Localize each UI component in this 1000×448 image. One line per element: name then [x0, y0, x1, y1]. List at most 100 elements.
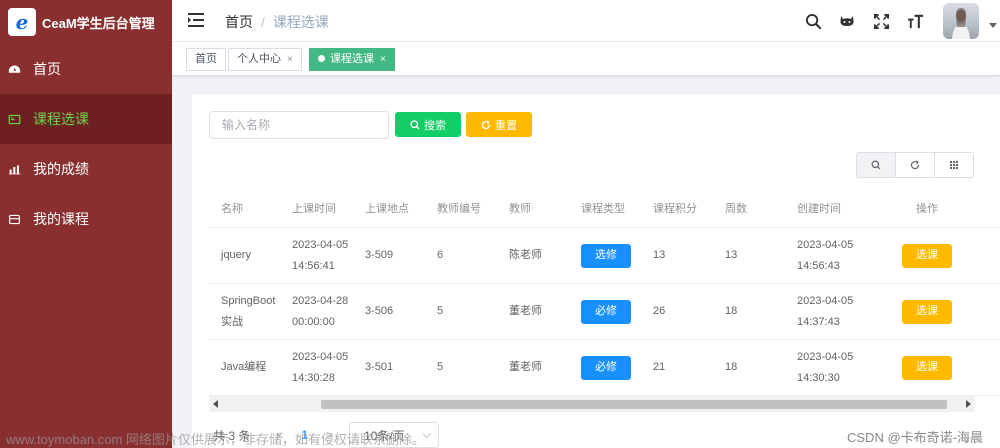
active-dot-icon: [318, 55, 325, 62]
select-course-button[interactable]: 选课: [902, 243, 952, 268]
course-icon: [7, 112, 21, 126]
sidebar-item-my-courses[interactable]: 我的课程: [0, 194, 172, 244]
sidebar-item-label: 首页: [33, 61, 61, 77]
app-logo-icon: e: [8, 8, 36, 36]
cell-teacher-no: 6: [437, 249, 444, 261]
fullscreen-icon[interactable]: [872, 12, 890, 30]
close-icon[interactable]: ×: [380, 54, 386, 65]
scroll-left-icon[interactable]: [213, 400, 218, 408]
avatar[interactable]: [943, 3, 979, 39]
cell-credit: 13: [653, 249, 666, 261]
cell-time: 2023-04-05 14:30:28: [292, 350, 349, 384]
dashboard-icon: [7, 62, 21, 76]
csdn-watermark: CSDN @卡布奇诺-海晨: [847, 430, 983, 445]
table-row: jquery 2023-04-05 14:56:41 3-509 6 陈老师 选…: [209, 228, 999, 284]
cell-time: 2023-04-05 14:56:41: [292, 238, 349, 272]
tag-label: 个人中心: [237, 53, 281, 65]
select-course-button[interactable]: 选课: [902, 355, 952, 380]
search-icon: [871, 160, 881, 170]
table-header-row: 名称 上课时间 上课地点 教师编号 教师 课程类型 课程积分 周数 创建时间 操…: [209, 192, 999, 228]
cell-credit: 26: [653, 305, 666, 317]
table-row: Java编程 2023-04-05 14:30:28 3-501 5 董老师 必…: [209, 340, 999, 396]
cell-teacher-no: 5: [437, 361, 444, 373]
sidebar-item-home[interactable]: 首页: [0, 44, 172, 94]
cell-teacher: 董老师: [509, 361, 542, 373]
column-header: 教师: [509, 203, 531, 215]
cell-created: 2023-04-05 14:37:43: [797, 294, 854, 328]
font-size-icon[interactable]: [906, 12, 924, 30]
sidebar-item-label: 我的成绩: [33, 161, 89, 177]
cell-weeks: 18: [725, 361, 738, 373]
breadcrumb-home[interactable]: 首页: [225, 14, 253, 30]
hamburger-icon[interactable]: [188, 13, 204, 27]
breadcrumb-separator: /: [261, 14, 265, 30]
search-input[interactable]: [209, 111, 389, 139]
course-type-button[interactable]: 选修: [581, 243, 631, 268]
tag-label: 课程选课: [330, 53, 374, 65]
column-header: 课程类型: [581, 203, 625, 215]
refresh-button[interactable]: [895, 152, 935, 178]
column-header: 周数: [725, 203, 747, 215]
column-header: 上课地点: [365, 203, 409, 215]
column-header: 课程积分: [653, 203, 697, 215]
cell-name: Java编程: [221, 361, 267, 373]
column-header: 创建时间: [797, 203, 841, 215]
book-icon: [7, 212, 21, 226]
horizontal-scrollbar[interactable]: [209, 396, 975, 412]
cell-time: 2023-04-28 00:00:00: [292, 294, 349, 328]
course-type-button[interactable]: 必修: [581, 355, 631, 380]
table-row: SpringBoot实战 2023-04-28 00:00:00 3-506 5…: [209, 284, 999, 340]
cell-teacher: 董老师: [509, 305, 542, 317]
scrollbar-thumb[interactable]: [321, 400, 947, 409]
tags-view: 首页 个人中心 × 课程选课 ×: [172, 42, 1000, 76]
sidebar-item-label: 课程选课: [33, 111, 89, 127]
chevron-down-icon[interactable]: [989, 23, 997, 28]
tag-profile[interactable]: 个人中心 ×: [228, 48, 302, 71]
cell-type: 必修: [581, 284, 641, 339]
sidebar-item-course-selection[interactable]: 课程选课: [0, 94, 172, 144]
cell-created: 2023-04-05 14:30:30: [797, 350, 854, 384]
sidebar-item-grades[interactable]: 我的成绩: [0, 144, 172, 194]
close-icon[interactable]: ×: [287, 54, 293, 65]
search-icon: [410, 119, 420, 129]
scroll-right-icon[interactable]: [966, 400, 971, 408]
refresh-icon: [910, 160, 920, 170]
sidebar-item-label: 我的课程: [33, 211, 89, 227]
select-course-button[interactable]: 选课: [902, 299, 952, 324]
tag-home[interactable]: 首页: [186, 48, 226, 71]
cell-location: 3-509: [365, 249, 394, 261]
column-header: 操作: [916, 203, 938, 215]
cell-weeks: 13: [725, 249, 738, 261]
toggle-search-button[interactable]: [856, 152, 896, 178]
github-icon[interactable]: [838, 12, 856, 30]
cell-teacher: 陈老师: [509, 249, 542, 261]
course-type-button[interactable]: 必修: [581, 299, 631, 324]
main-card: 搜索 重置 名称 上课时间 上课地点 教师编号 教师 课程类型 课程积分 周数 …: [192, 94, 1000, 448]
breadcrumb-current: 课程选课: [272, 14, 329, 30]
cell-action: 选课: [897, 228, 957, 283]
cell-credit: 21: [653, 361, 666, 373]
bar-chart-icon: [7, 162, 21, 176]
reset-button-label: 重置: [495, 119, 517, 132]
tag-course-selection[interactable]: 课程选课 ×: [309, 48, 395, 71]
column-header: 名称: [221, 203, 243, 215]
search-button-label: 搜索: [424, 119, 446, 132]
cell-action: 选课: [897, 284, 957, 339]
sidebar: e CeaM学生后台管理 首页 课程选课 我的成绩 我的课程: [0, 0, 172, 448]
cell-location: 3-501: [365, 361, 394, 373]
cell-weeks: 18: [725, 305, 738, 317]
cell-created: 2023-04-05 14:56:43: [797, 238, 854, 272]
top-header: 首页 / 课程选课: [172, 0, 1000, 42]
search-button[interactable]: 搜索: [395, 112, 461, 137]
refresh-icon: [481, 119, 491, 129]
cell-type: 必修: [581, 340, 641, 395]
search-icon[interactable]: [804, 12, 822, 30]
breadcrumb: 首页 / 课程选课: [225, 12, 329, 32]
cell-type: 选修: [581, 228, 641, 283]
columns-button[interactable]: [934, 152, 974, 178]
reset-button[interactable]: 重置: [466, 112, 532, 137]
column-header: 教师编号: [437, 203, 481, 215]
cell-location: 3-506: [365, 305, 394, 317]
tag-label: 首页: [195, 53, 217, 65]
cell-name: jquery: [221, 249, 251, 261]
